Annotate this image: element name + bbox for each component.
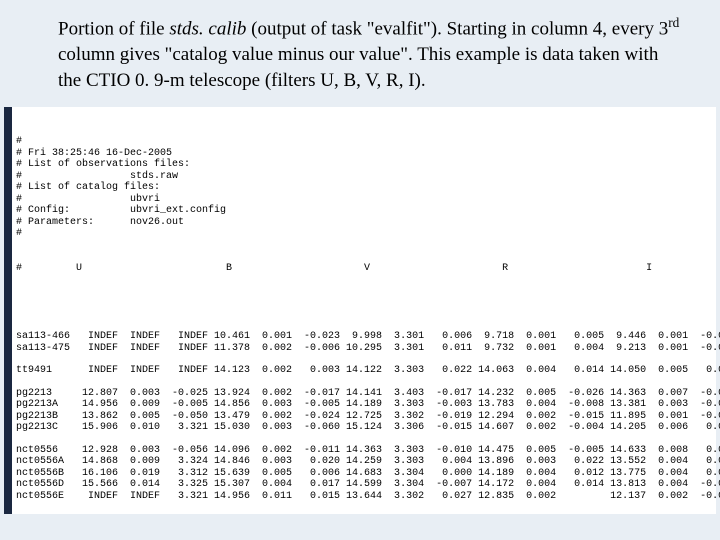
header-line: # Fri 38:25:46 16-Dec-2005 (4, 148, 716, 160)
data-row: sa113-475 INDEF INDEF INDEF 11.378 0.002… (4, 343, 716, 355)
header-line: # Parameters: nov26.out (4, 217, 716, 229)
header-line: # stds.raw (4, 171, 716, 183)
filter-header: # U B V R I (4, 263, 716, 275)
data-row: nct0556B 16.106 0.019 3.312 15.639 0.005… (4, 468, 716, 480)
header-line: # (4, 136, 716, 148)
caption-p2: (output of task "evalfit"). Starting in … (246, 18, 668, 39)
data-row: pg2213B 13.862 0.005 -0.050 13.479 0.002… (4, 411, 716, 423)
header-line: # List of observations files: (4, 159, 716, 171)
caption-p3: column gives "catalog value minus our va… (58, 44, 658, 91)
caption-text: Portion of file stds. calib (output of t… (0, 0, 720, 103)
data-row: nct0556D 15.566 0.014 3.325 15.307 0.004… (4, 479, 716, 491)
data-row: sa113-466 INDEF INDEF INDEF 10.461 0.001… (4, 331, 716, 343)
data-row: nct0556 12.928 0.003 -0.056 14.096 0.002… (4, 445, 716, 457)
blank-line (4, 377, 716, 388)
header-line: # ubvri (4, 194, 716, 206)
data-row: nct0556E INDEF INDEF 3.321 14.956 0.011 … (4, 491, 716, 503)
caption-filename: stds. calib (169, 18, 246, 39)
data-body: sa113-466 INDEF INDEF INDEF 10.461 0.001… (4, 331, 716, 502)
file-output: ## Fri 38:25:46 16-Dec-2005# List of obs… (4, 107, 716, 514)
data-row: tt9491 INDEF INDEF INDEF 14.123 0.002 0.… (4, 365, 716, 377)
data-row: pg2213 12.807 0.003 -0.025 13.924 0.002 … (4, 388, 716, 400)
header-block: ## Fri 38:25:46 16-Dec-2005# List of obs… (4, 136, 716, 240)
header-line: # (4, 228, 716, 240)
caption-p1: Portion of file (58, 18, 169, 39)
data-row: nct0556A 14.868 0.009 3.324 14.846 0.003… (4, 456, 716, 468)
data-row: pg2213A 14.956 0.009 -0.005 14.856 0.003… (4, 399, 716, 411)
blank-line (4, 297, 716, 308)
blank-line (4, 354, 716, 365)
header-line: # List of catalog files: (4, 182, 716, 194)
data-row: pg2213C 15.906 0.010 3.321 15.030 0.003 … (4, 422, 716, 434)
caption-sup: rd (668, 15, 679, 30)
header-line: # Config: ubvri_ext.config (4, 205, 716, 217)
blank-line (4, 434, 716, 445)
